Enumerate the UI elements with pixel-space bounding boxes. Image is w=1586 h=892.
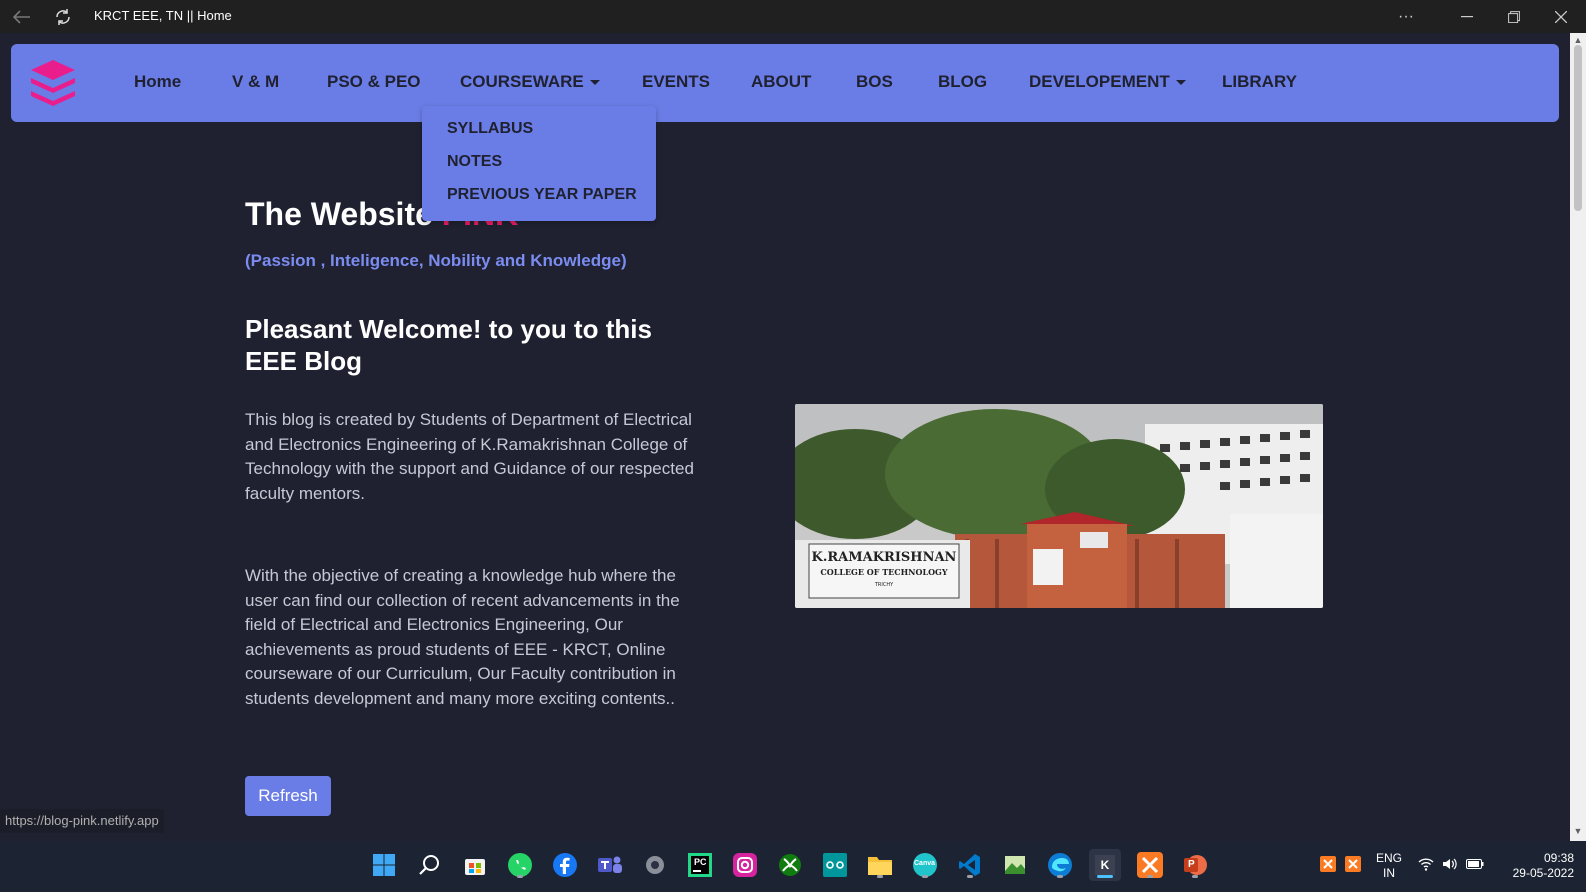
xampp-tray-icon[interactable]: [1318, 854, 1338, 874]
scroll-thumb[interactable]: [1574, 45, 1582, 211]
xbox-icon[interactable]: [774, 849, 806, 881]
close-icon[interactable]: [1541, 0, 1581, 33]
xampp-tray-icon-2[interactable]: [1343, 854, 1363, 874]
running-indicator: [922, 875, 928, 878]
running-indicator: [1192, 875, 1198, 878]
whatsapp-icon[interactable]: [504, 849, 536, 881]
hero-title-text: The Website: [245, 196, 442, 232]
windows-taskbar: PC Canva K P ENG IN 09:38 29-05-2022: [0, 841, 1586, 892]
running-indicator: [1147, 875, 1153, 878]
back-arrow-icon[interactable]: [2, 0, 42, 33]
wifi-icon[interactable]: [1416, 854, 1436, 874]
college-photo: K.RAMAKRISHNAN COLLEGE OF TECHNOLOGY TRI…: [795, 404, 1323, 608]
dropdown-item-notes[interactable]: NOTES: [447, 153, 502, 171]
running-indicator: [1057, 875, 1063, 878]
more-options-icon[interactable]: ···: [1386, 0, 1426, 33]
vscode-icon[interactable]: [954, 849, 986, 881]
nav-item-pso-peo[interactable]: PSO & PEO: [327, 72, 421, 92]
running-indicator: [877, 875, 883, 878]
file-explorer-icon[interactable]: [864, 849, 896, 881]
running-indicator: [517, 875, 523, 878]
nav-item-courseware-label: COURSEWARE: [460, 72, 584, 91]
hero-subtitle: (Passion , Inteligence, Nobility and Kno…: [245, 251, 627, 270]
arduino-icon[interactable]: [819, 849, 851, 881]
navbar: Home V & M PSO & PEO COURSEWARE EVENTS A…: [11, 44, 1559, 122]
caret-down-icon: [1175, 80, 1186, 86]
dropdown-item-previous-year-paper[interactable]: PREVIOUS YEAR PAPER: [447, 186, 637, 204]
window-titlebar: KRCT EEE, TN || Home ···: [0, 0, 1586, 33]
scroll-up-arrow-icon[interactable]: ▲: [1570, 35, 1586, 45]
refresh-icon[interactable]: [43, 0, 83, 33]
nav-item-home[interactable]: Home: [134, 72, 181, 92]
nav-item-bos[interactable]: BOS: [856, 72, 893, 92]
battery-icon[interactable]: [1465, 854, 1485, 874]
language-code: ENG: [1376, 851, 1403, 865]
window-title: KRCT EEE, TN || Home: [94, 8, 232, 23]
minimize-icon[interactable]: [1447, 0, 1487, 33]
volume-icon[interactable]: [1440, 854, 1460, 874]
teams-icon[interactable]: [594, 849, 626, 881]
clock-time: 09:38: [1543, 851, 1574, 865]
scroll-down-arrow-icon[interactable]: ▼: [1570, 826, 1586, 836]
region-code: IN: [1383, 866, 1395, 880]
sign-line-3: TRICHY: [874, 582, 894, 588]
caret-down-icon: [589, 80, 600, 86]
nav-item-courseware[interactable]: COURSEWARE: [460, 72, 600, 92]
welcome-heading: Pleasant Welcome! to you to this EEE Blo…: [245, 314, 652, 376]
nav-item-developement-label: DEVELOPEMENT: [1029, 72, 1170, 91]
vertical-scrollbar[interactable]: ▲ ▼: [1570, 33, 1586, 841]
instagram-icon[interactable]: [729, 849, 761, 881]
active-indicator: [1097, 875, 1113, 878]
settings-gear-icon[interactable]: [639, 849, 671, 881]
refresh-button[interactable]: Refresh: [245, 776, 331, 816]
pycharm-label: PC: [694, 857, 707, 867]
microsoft-store-icon[interactable]: [459, 849, 491, 881]
webpage: Home V & M PSO & PEO COURSEWARE EVENTS A…: [0, 33, 1570, 841]
restore-icon[interactable]: [1494, 0, 1534, 33]
nav-item-library[interactable]: LIBRARY: [1222, 72, 1297, 92]
image-editor-icon[interactable]: [999, 849, 1031, 881]
site-logo-icon[interactable]: [27, 56, 79, 108]
edge-browser-icon[interactable]: [1044, 849, 1076, 881]
nav-item-events[interactable]: EVENTS: [642, 72, 710, 92]
courseware-dropdown-menu: SYLLABUS NOTES PREVIOUS YEAR PAPER: [422, 106, 656, 221]
nav-item-blog[interactable]: BLOG: [938, 72, 987, 92]
krct-app-icon[interactable]: K: [1089, 849, 1121, 881]
krct-app-label: K: [1095, 855, 1115, 875]
clock-date: 29-05-2022: [1512, 866, 1574, 880]
powerpoint-icon[interactable]: P: [1179, 849, 1211, 881]
clock[interactable]: 09:38 29-05-2022: [1498, 851, 1574, 881]
status-url: https://blog-pink.netlify.app: [0, 809, 164, 833]
sign-line-2: COLLEGE OF TECHNOLOGY: [820, 567, 948, 577]
sign-line-1: K.RAMAKRISHNAN: [812, 550, 957, 565]
xampp-icon[interactable]: [1134, 849, 1166, 881]
nav-item-vision-mission[interactable]: V & M: [232, 72, 279, 92]
nav-item-about[interactable]: ABOUT: [751, 72, 811, 92]
intro-paragraph: This blog is created by Students of Depa…: [245, 410, 694, 503]
objective-paragraph: With the objective of creating a knowled…: [245, 566, 680, 708]
pycharm-icon[interactable]: PC: [684, 849, 716, 881]
facebook-icon[interactable]: [549, 849, 581, 881]
search-icon[interactable]: [414, 849, 446, 881]
language-indicator[interactable]: ENG IN: [1376, 851, 1402, 881]
powerpoint-label: P: [1188, 859, 1195, 870]
running-indicator: [967, 875, 973, 878]
nav-item-developement[interactable]: DEVELOPEMENT: [1029, 72, 1186, 92]
canva-label: Canva: [914, 860, 936, 867]
canva-icon[interactable]: Canva: [909, 849, 941, 881]
windows-start-icon[interactable]: [368, 849, 400, 881]
dropdown-item-syllabus[interactable]: SYLLABUS: [447, 120, 533, 138]
